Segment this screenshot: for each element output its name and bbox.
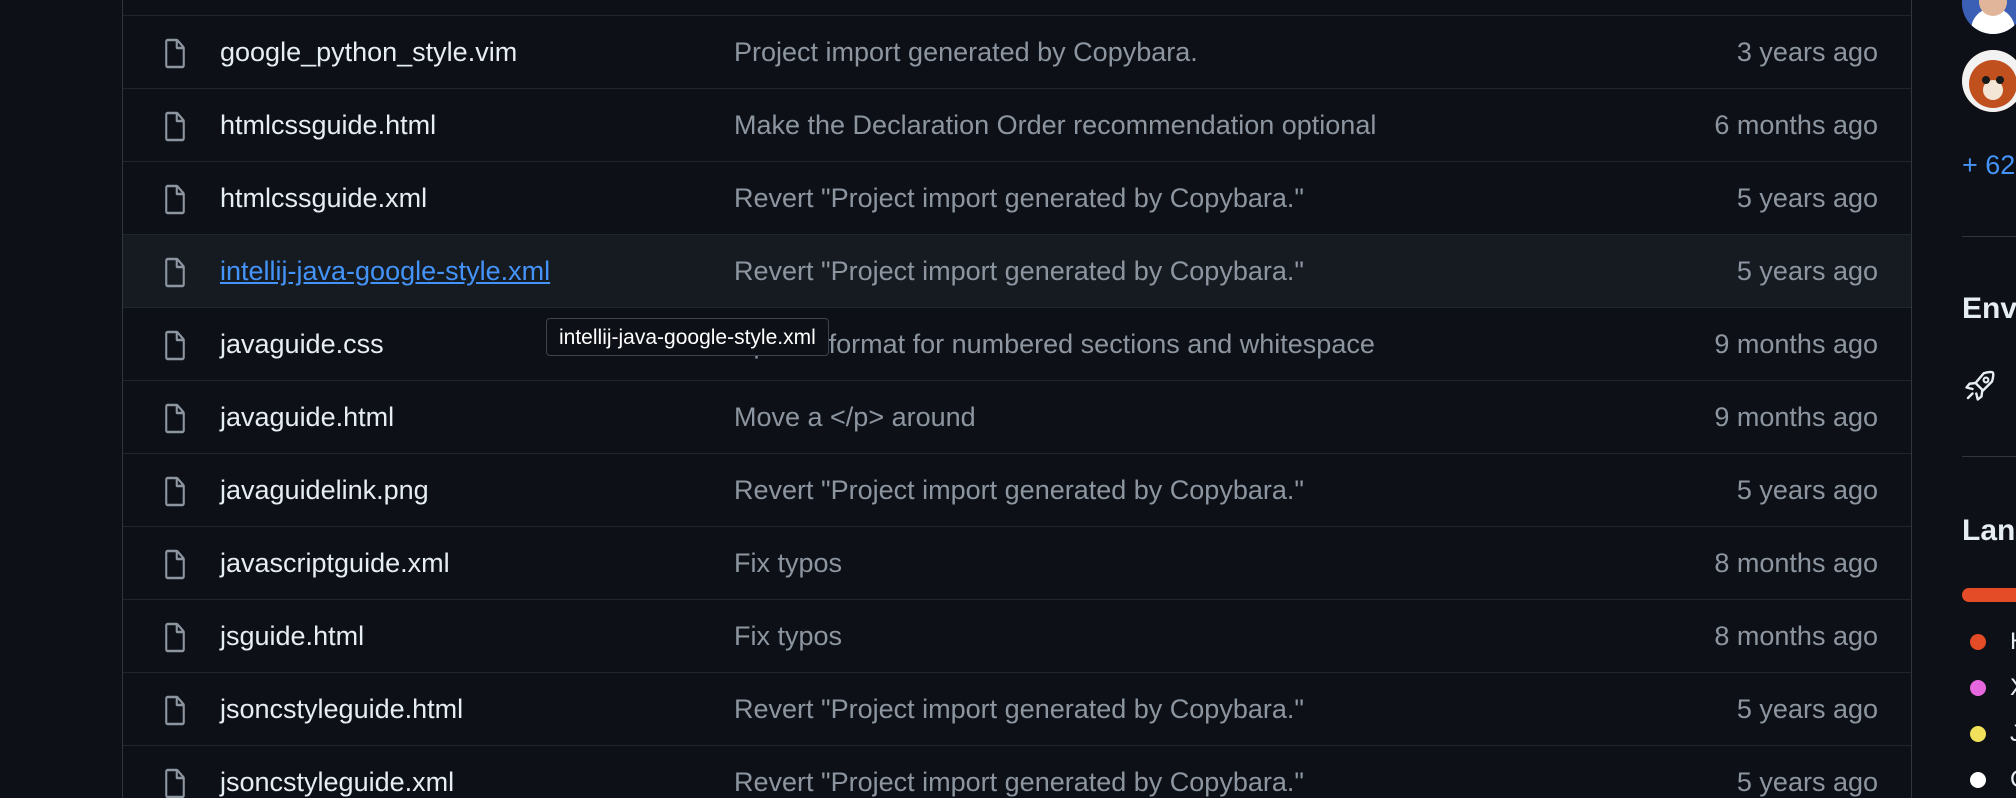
file-name-link[interactable]: javaguide.css [220,329,384,360]
commit-message-link[interactable]: Fix typos [734,548,842,579]
commit-message-link[interactable]: Project import generated by Copybara. [734,37,1198,68]
file-name-link[interactable]: jsoncstyleguide.xml [220,767,454,798]
language-bar [1962,588,2016,602]
file-name-link[interactable]: google_python_style.vim [220,37,517,68]
commit-message-link[interactable]: Update format for numbered sections and … [734,329,1375,360]
sidebar-divider [1962,236,2016,237]
file-row[interactable]: intellij-java-google-style.xml Revert "Pr… [123,234,1911,307]
sidebar-divider [1962,456,2016,457]
file-icon [161,475,189,507]
file-icon [161,183,189,215]
language-label[interactable]: X [2010,674,2016,702]
language-label[interactable]: C [2010,766,2016,794]
languages-heading: Lan [1962,514,2016,547]
file-name-link[interactable]: javaguide.html [220,402,394,433]
file-name-link[interactable]: jsoncstyleguide.html [220,694,463,725]
file-row[interactable]: jsoncstyleguide.html Revert "Project impo… [123,672,1911,745]
commit-message-link[interactable]: Revert "Project import generated by Copy… [734,694,1304,725]
commit-message-link[interactable]: Fix typos [734,621,842,652]
file-icon [161,694,189,726]
right-sidebar: + 62 Env Lan HXJC [1962,0,2016,798]
file-name-link[interactable]: javaguidelink.png [220,475,429,506]
file-name-link[interactable]: htmlcssguide.html [220,110,436,141]
file-icon [161,110,189,142]
commit-time: 6 months ago [1714,109,1878,140]
commit-message-link[interactable]: Make the Declaration Order recommendatio… [734,110,1376,141]
file-row[interactable]: jsoncstyleguide.xml Revert "Project impor… [123,745,1911,798]
language-color-dot [1970,772,1986,788]
commit-message-link[interactable]: Move a </p> around [734,402,976,433]
language-color-dot [1970,680,1986,696]
commit-time: 8 months ago [1714,620,1878,651]
file-row[interactable]: javaguide.css Update format for numbered … [123,307,1911,380]
language-color-dot [1970,634,1986,650]
commit-message-link[interactable]: Revert "Project import generated by Copy… [734,183,1304,214]
file-row[interactable]: javaguidelink.png Revert "Project import … [123,453,1911,526]
filename-tooltip: intellij-java-google-style.xml [546,318,829,356]
language-label[interactable]: H [2010,628,2016,656]
commit-time: 5 years ago [1736,766,1878,797]
commit-time: 9 months ago [1714,401,1878,432]
language-color-dot [1970,726,1986,742]
commit-time: 5 years ago [1736,255,1878,286]
commit-time: 5 years ago [1736,693,1878,724]
commit-message-link[interactable]: Revert "Project import generated by Copy… [734,767,1304,798]
environments-heading[interactable]: Env [1962,292,2016,326]
file-name-link[interactable]: javascriptguide.xml [220,548,450,579]
file-name-link[interactable]: intellij-java-google-style.xml [220,256,550,287]
commit-time: 5 years ago [1736,182,1878,213]
file-row[interactable]: jsguide.html Fix typos 8 months ago [123,599,1911,672]
file-row[interactable]: javaguide.html Move a </p> around 9 months… [123,380,1911,453]
commit-time: 5 years ago [1736,474,1878,505]
file-row[interactable]: htmlcssguide.xml Revert "Project import g… [123,161,1911,234]
commit-message-link[interactable]: Revert "Project import generated by Copy… [734,475,1304,506]
commit-time: 8 months ago [1714,547,1878,578]
file-row[interactable]: google_python_style.vim Project import ge… [123,15,1911,88]
file-icon [161,621,189,653]
file-list-table: google_python_style.vim Project import ge… [122,0,1912,798]
language-label[interactable]: J [2010,720,2016,748]
file-icon [161,256,189,288]
file-icon [161,329,189,361]
file-icon [161,402,189,434]
file-name-link[interactable]: htmlcssguide.xml [220,183,427,214]
commit-message-link[interactable]: Revert "Project import generated by Copy… [734,256,1304,287]
contributor-avatar[interactable] [1962,50,2016,112]
more-contributors-link[interactable]: + 62 [1962,150,2015,181]
file-row[interactable]: htmlcssguide.html Make the Declaration Or… [123,88,1911,161]
repository-page: google_python_style.vim Project import ge… [0,0,2016,798]
file-name-link[interactable]: jsguide.html [220,621,364,652]
contributor-avatar[interactable] [1962,0,2016,34]
file-icon [161,767,189,798]
rocket-icon[interactable] [1962,368,1998,404]
file-row[interactable]: javascriptguide.xml Fix typos 8 months ago [123,526,1911,599]
file-icon [161,548,189,580]
commit-time: 3 years ago [1736,36,1878,67]
file-icon [161,37,189,69]
commit-time: 9 months ago [1714,328,1878,359]
